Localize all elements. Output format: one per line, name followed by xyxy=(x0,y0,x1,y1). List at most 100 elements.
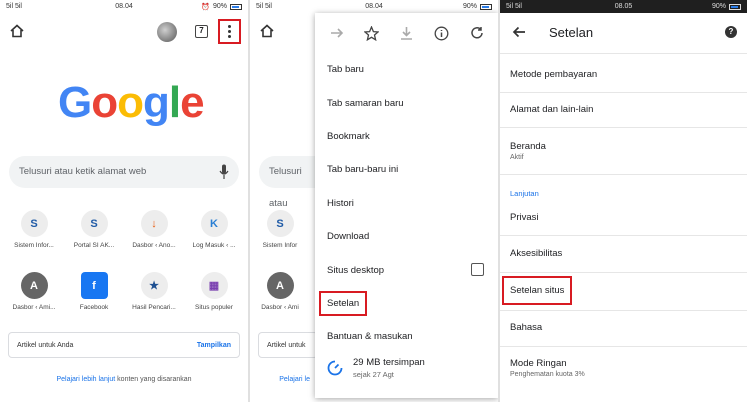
settings-item-lite-mode[interactable]: Mode Ringan Penghematan kuota 3% xyxy=(500,358,747,378)
settings-item-label: Privasi xyxy=(510,212,539,223)
search-input[interactable]: Telusuri atau ketik alamat web xyxy=(9,156,239,188)
shortcut-icon: ↓ xyxy=(140,210,168,237)
settings-item-label: Metode pembayaran xyxy=(510,69,598,80)
overflow-menu: Tab baru Tab samaran baru Bookmark Tab b… xyxy=(315,13,498,398)
menu-item-downloads[interactable]: Download xyxy=(315,220,498,253)
settings-panel: 5il 5il 08.05 90% Setelan ? Metode pemba… xyxy=(500,0,747,402)
settings-item-homepage[interactable]: Beranda Aktif xyxy=(500,141,747,161)
chrome-menu-panel: 5il 5il 08.04 90% Telusuri atau S Sistem … xyxy=(250,0,498,402)
menu-item-bookmarks[interactable]: Bookmark xyxy=(315,120,498,153)
separator xyxy=(500,235,747,236)
menu-item-label: Tab baru-baru ini xyxy=(327,164,399,176)
settings-item-site-settings[interactable]: Setelan situs xyxy=(500,276,747,305)
shortcut-label: Dasbor ‹ Ami... xyxy=(12,304,56,311)
shortcut-tile[interactable]: ▦ Situs populer xyxy=(186,272,242,311)
menu-item-recent-tabs[interactable]: Tab baru-baru ini xyxy=(315,153,498,186)
tab-switcher-button[interactable]: 7 xyxy=(195,25,208,38)
settings-item-addresses[interactable]: Alamat dan lain-lain xyxy=(500,104,747,115)
settings-item-language[interactable]: Bahasa xyxy=(500,322,747,333)
menu-item-history[interactable]: Histori xyxy=(315,187,498,220)
shortcut-label: Situs populer xyxy=(195,304,233,311)
home-icon[interactable] xyxy=(260,24,274,38)
bookmark-star-icon[interactable] xyxy=(362,23,382,43)
articles-card: Artikel untuk xyxy=(258,332,318,358)
section-label: Lanjutan xyxy=(510,189,539,198)
learn-more-text: Pelajari lebih lanjut konten yang disara… xyxy=(0,376,248,383)
settings-item-accessibility[interactable]: Aksesibilitas xyxy=(500,248,747,259)
logo-letter: g xyxy=(143,78,170,127)
shortcut-tile[interactable]: S Sistem Infor... xyxy=(6,210,62,249)
status-time: 08.04 xyxy=(115,3,133,10)
menu-item-desktop-site[interactable]: Situs desktop xyxy=(315,253,498,286)
search-input[interactable]: Telusuri atau xyxy=(259,156,319,209)
settings-item-sub: Penghematan kuota 3% xyxy=(510,371,585,378)
data-saver-summary[interactable]: 29 MB tersimpan sejak 27 Agt xyxy=(315,348,498,388)
articles-card: Artikel untuk Anda Tampilkan xyxy=(8,332,240,358)
status-bar: 5il 5il 08.04 ⏰ 90% xyxy=(0,0,248,13)
separator xyxy=(500,174,747,175)
learn-more-link[interactable]: Pelajari lebih lanjut xyxy=(56,376,115,383)
show-articles-button[interactable]: Tampilkan xyxy=(197,342,231,349)
separator xyxy=(500,127,747,128)
download-icon[interactable] xyxy=(397,23,417,43)
settings-item-label: Mode Ringan xyxy=(510,358,567,369)
separator xyxy=(500,53,747,54)
status-time: 08.04 xyxy=(365,3,383,10)
battery-icon xyxy=(729,3,741,10)
chrome-new-tab-panel: 5il 5il 08.04 ⏰ 90% 7 Google Telusuri at… xyxy=(0,0,248,402)
shortcut-label: Sistem Infor... xyxy=(14,242,54,249)
data-saver-icon xyxy=(327,360,343,376)
shortcut-icon: A xyxy=(20,272,48,299)
shortcut-tile[interactable]: A Dasbor ‹ Ami xyxy=(252,272,308,311)
back-arrow-icon[interactable] xyxy=(512,25,526,39)
shortcut-tile[interactable]: ↓ Dasbor ‹ Ano... xyxy=(126,210,182,249)
settings-item-label: Beranda xyxy=(510,141,546,152)
menu-kebab-icon[interactable] xyxy=(218,19,241,44)
shortcut-tile[interactable]: A Dasbor ‹ Ami... xyxy=(6,272,62,311)
shortcut-label: Dasbor ‹ Ano... xyxy=(132,242,176,249)
desktop-site-checkbox[interactable] xyxy=(471,263,484,277)
menu-item-settings[interactable]: Setelan xyxy=(315,287,498,320)
shortcut-tile[interactable]: S Portal SI AK... xyxy=(66,210,122,249)
shortcut-tile[interactable]: ★ Hasil Pencari... xyxy=(126,272,182,311)
menu-item-label: Bantuan & masukan xyxy=(327,331,413,343)
data-saved-amount: 29 MB tersimpan xyxy=(353,357,425,368)
mic-icon[interactable] xyxy=(219,164,229,180)
shortcut-label: Hasil Pencari... xyxy=(132,304,176,311)
menu-item-incognito-tab[interactable]: Tab samaran baru xyxy=(315,86,498,119)
popular-sites-icon: ▦ xyxy=(200,272,228,299)
shortcut-icon: S xyxy=(80,210,108,237)
separator xyxy=(500,310,747,311)
status-bar: 5il 5il 08.05 90% xyxy=(500,0,747,13)
status-bar: 5il 5il 08.04 90% xyxy=(250,0,498,13)
shortcut-icon: S xyxy=(266,210,294,237)
shortcut-tile[interactable]: S Sistem Infor xyxy=(252,210,308,249)
shortcut-tile[interactable]: K Log Masuk ‹ ... xyxy=(186,210,242,249)
forward-icon[interactable] xyxy=(327,23,347,43)
logo-letter: o xyxy=(117,78,144,127)
learn-more-rest: konten yang disarankan xyxy=(115,376,192,383)
logo-letter: l xyxy=(168,78,181,127)
battery-icon xyxy=(480,3,492,10)
settings-item-label: Bahasa xyxy=(510,322,543,333)
help-icon[interactable]: ? xyxy=(725,26,737,38)
settings-item-payment-methods[interactable]: Metode pembayaran xyxy=(500,69,747,80)
settings-item-privacy[interactable]: Privasi xyxy=(500,212,747,223)
shortcut-icon: A xyxy=(266,272,294,299)
settings-item-sub: Aktif xyxy=(510,154,524,161)
reload-icon[interactable] xyxy=(467,23,487,43)
menu-item-label: Histori xyxy=(327,197,354,209)
info-icon[interactable] xyxy=(432,23,452,43)
learn-more-text: Pelajari le xyxy=(250,376,310,383)
menu-icon-row xyxy=(315,13,498,53)
avatar[interactable] xyxy=(157,22,177,42)
menu-item-label: Situs desktop xyxy=(327,264,385,276)
articles-label: Artikel untuk xyxy=(267,341,306,349)
menu-item-new-tab[interactable]: Tab baru xyxy=(315,53,498,86)
battery-icon xyxy=(230,3,242,10)
section-header-advanced: Lanjutan xyxy=(500,189,747,198)
home-icon[interactable] xyxy=(10,24,24,38)
logo-letter: G xyxy=(58,78,92,127)
shortcut-tile[interactable]: f Facebook xyxy=(66,272,122,311)
learn-more-link[interactable]: Pelajari le xyxy=(279,376,310,383)
